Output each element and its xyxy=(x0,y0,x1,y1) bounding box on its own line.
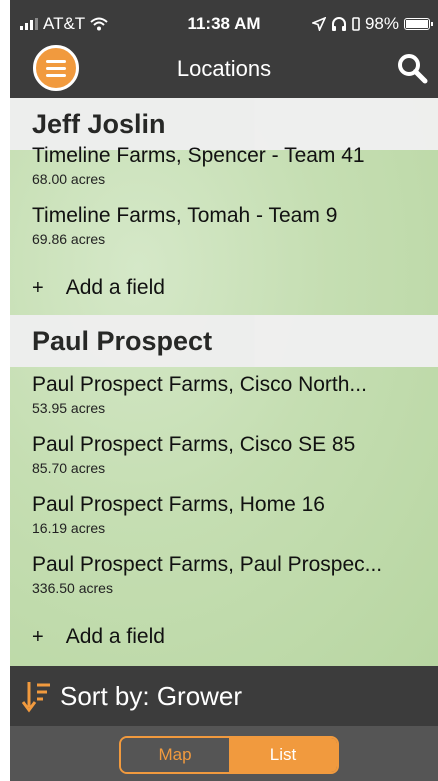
plus-icon: + xyxy=(32,276,44,299)
field-item[interactable]: Timeline Farms, Tomah - Team 9 69.86 acr… xyxy=(10,198,438,258)
field-name: Paul Prospect Farms, Cisco SE 85 xyxy=(32,433,356,456)
add-field-button[interactable]: + Add a field xyxy=(10,607,438,666)
app-screen: AT&T 11:38 AM 98% Locations Jeff Joslin … xyxy=(10,0,438,781)
field-name: Timeline Farms, Tomah - Team 9 xyxy=(32,204,338,227)
orientation-lock-icon xyxy=(352,17,360,31)
grower-fields: Timeline Farms, Spencer - Team 41 68.00 … xyxy=(10,138,438,318)
field-acres: 16.19 acres xyxy=(32,520,106,536)
field-name: Paul Prospect Farms, Cisco North... xyxy=(32,373,367,396)
field-name: Paul Prospect Farms, Paul Prospec... xyxy=(32,553,383,576)
sort-label: Sort by: Grower xyxy=(60,680,243,711)
nav-bar: Locations xyxy=(10,40,438,98)
add-field-label: Add a field xyxy=(65,625,165,648)
headphones-icon xyxy=(331,17,346,31)
status-right: 98% xyxy=(311,14,433,34)
view-toggle: Map List xyxy=(119,736,339,774)
field-name: Timeline Farms, Spencer - Team 41 xyxy=(32,144,365,167)
add-field-button[interactable]: + Add a field xyxy=(10,258,438,318)
list-tab[interactable]: List xyxy=(229,738,337,772)
field-acres: 85.70 acres xyxy=(32,460,106,476)
field-acres: 69.86 acres xyxy=(32,231,106,247)
field-item[interactable]: Paul Prospect Farms, Cisco SE 85 85.70 a… xyxy=(10,427,438,487)
location-arrow-icon xyxy=(311,17,326,31)
battery-icon xyxy=(404,18,433,30)
battery-level xyxy=(406,20,428,28)
add-field-label: Add a field xyxy=(65,276,165,299)
field-item[interactable]: Paul Prospect Farms, Home 16 16.19 acres xyxy=(10,487,438,547)
field-acres: 68.00 acres xyxy=(32,171,106,187)
field-item[interactable]: Paul Prospect Farms, Paul Prospec... 336… xyxy=(10,547,438,607)
field-name: Paul Prospect Farms, Home 16 xyxy=(32,493,325,516)
grower-header: Paul Prospect xyxy=(10,315,438,367)
field-item[interactable]: Paul Prospect Farms, Cisco North... 53.9… xyxy=(10,367,438,427)
map-tab[interactable]: Map xyxy=(121,738,229,772)
search-icon[interactable] xyxy=(396,52,428,84)
view-toggle-bar: Map List xyxy=(10,726,438,781)
plus-icon: + xyxy=(32,625,44,648)
grower-fields: Paul Prospect Farms, Cisco North... 53.9… xyxy=(10,367,438,666)
battery-percent: 98% xyxy=(364,14,399,33)
sort-button[interactable]: Sort by: Grower xyxy=(10,666,438,726)
field-item[interactable]: Timeline Farms, Spencer - Team 41 68.00 … xyxy=(10,138,438,198)
sort-icon xyxy=(22,682,50,713)
field-acres: 53.95 acres xyxy=(32,400,106,416)
page-title: Locations xyxy=(176,56,272,81)
locations-list[interactable]: Jeff Joslin Timeline Farms, Spencer - Te… xyxy=(10,98,438,666)
field-acres: 336.50 acres xyxy=(32,580,113,596)
